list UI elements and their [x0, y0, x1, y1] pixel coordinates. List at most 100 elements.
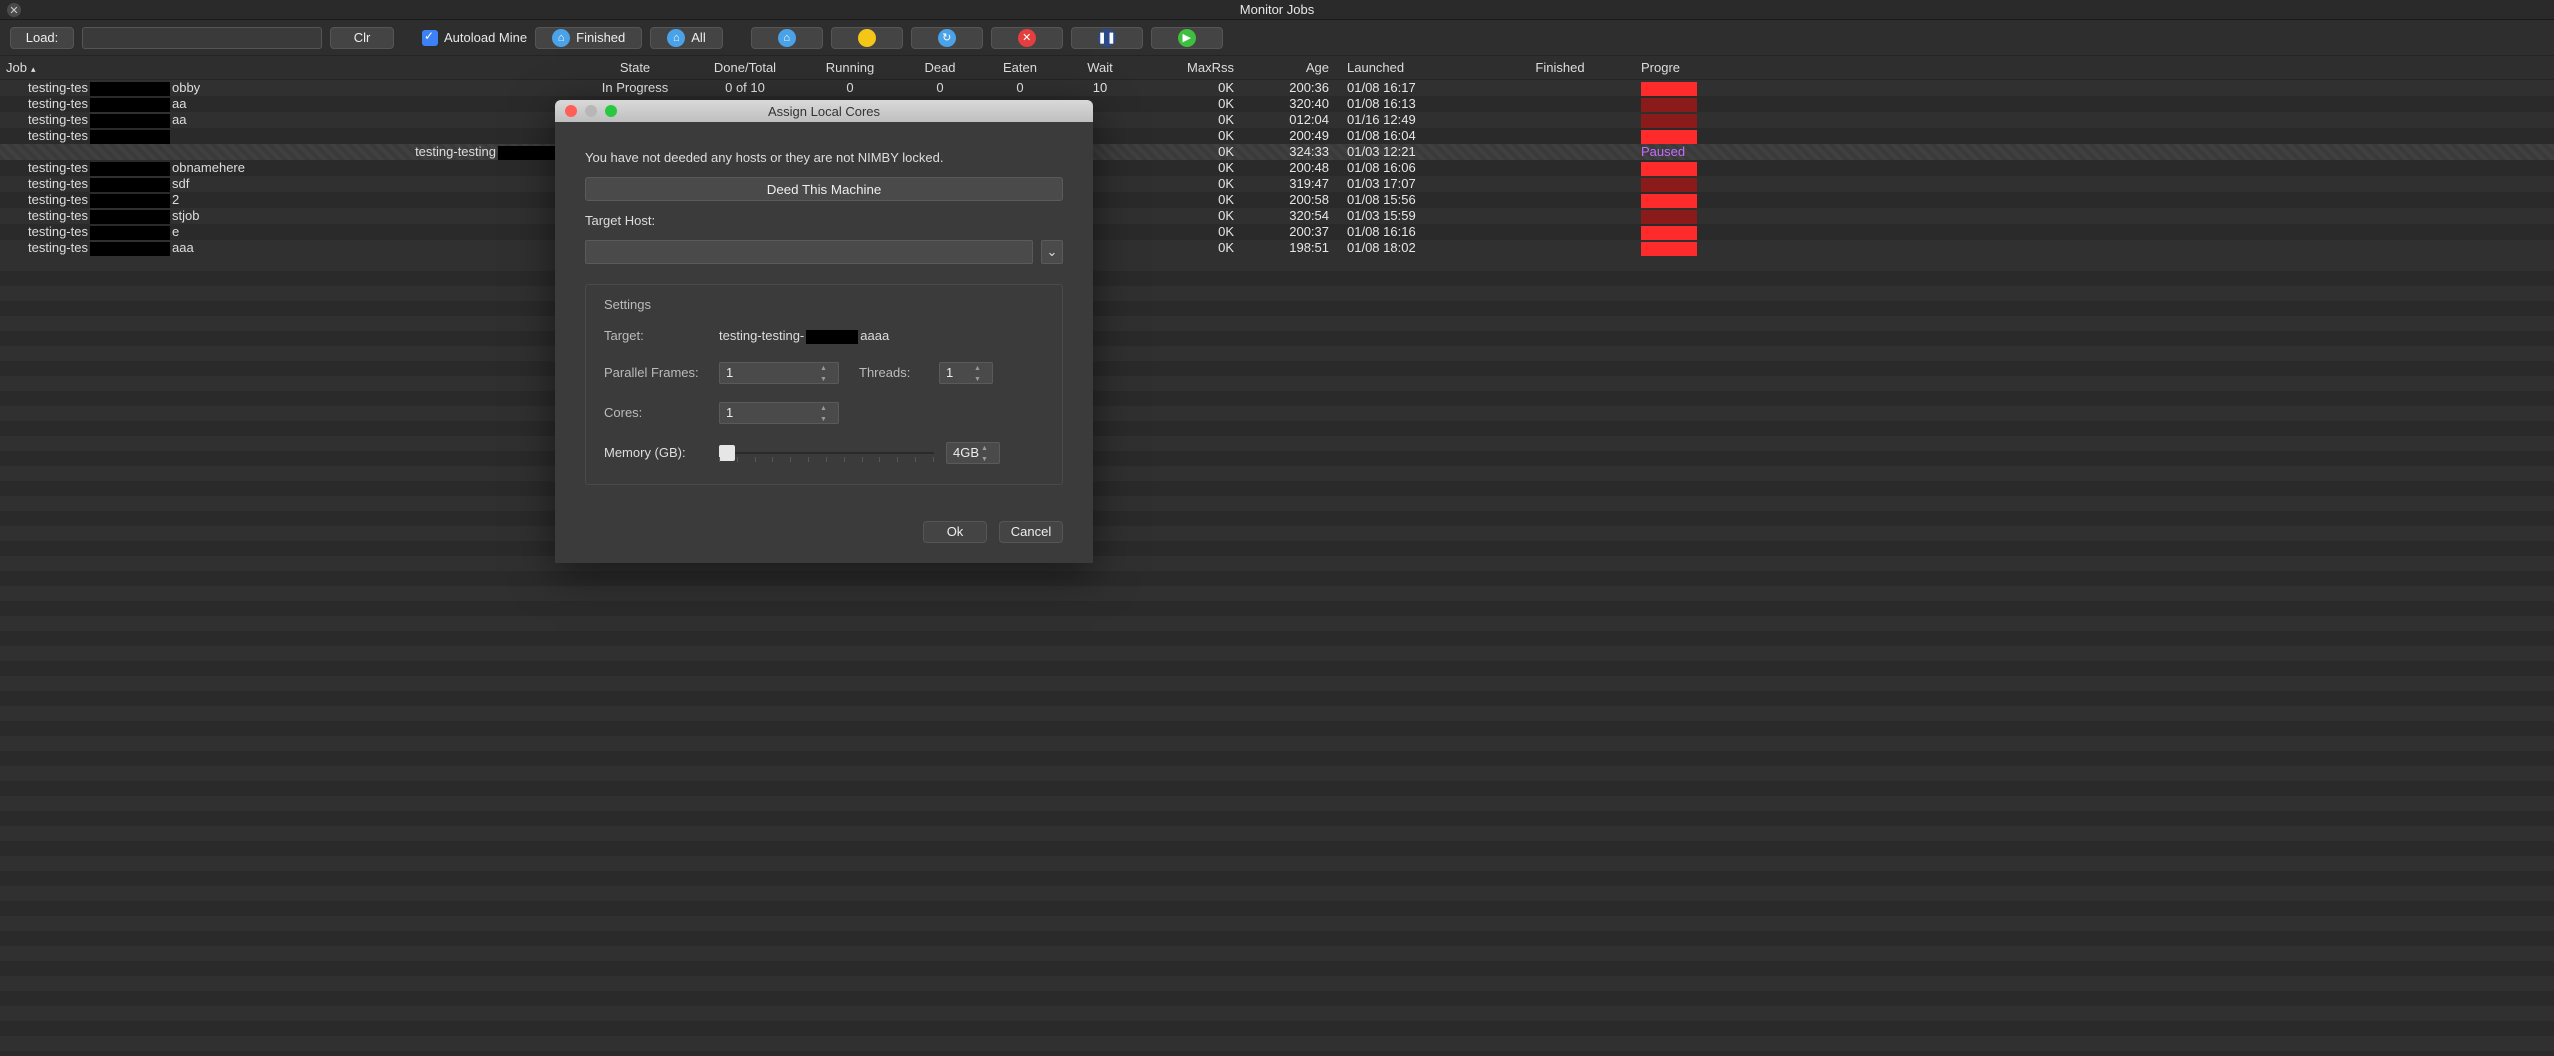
slider-ticks [719, 457, 934, 463]
progress-bar [1641, 194, 1697, 208]
pause-button[interactable]: ❚❚ [1071, 27, 1143, 49]
table-row[interactable]: testing-tesobbyIn Progress0 of 10000100K… [0, 80, 2554, 96]
cell-job: testing-tesobby [0, 80, 580, 96]
ok-button[interactable]: Ok [923, 521, 987, 543]
redacted-text [90, 114, 170, 128]
dialog-zoom-icon[interactable] [605, 105, 617, 117]
all-filter-button[interactable]: ⌂ All [650, 27, 722, 49]
table-header: Job▴ State Done/Total Running Dead Eaten… [0, 56, 2554, 80]
cell-eaten: 0 [980, 80, 1060, 96]
cell-age: 324:33 [1240, 144, 1335, 160]
cell-age: 200:49 [1240, 128, 1335, 144]
finished-filter-button[interactable]: ⌂ Finished [535, 27, 642, 49]
autoload-mine-toggle[interactable]: Autoload Mine [422, 30, 527, 46]
col-wait[interactable]: Wait [1060, 60, 1140, 75]
close-icon[interactable]: ✕ [7, 3, 21, 17]
redacted-text [90, 162, 170, 176]
cell-age: 200:48 [1240, 160, 1335, 176]
col-progress[interactable]: Progre [1635, 60, 1700, 75]
threads-label: Threads: [859, 365, 939, 380]
cell-launched: 01/08 18:02 [1335, 240, 1485, 256]
clr-button[interactable]: Clr [330, 27, 394, 49]
cell-progress [1635, 96, 1700, 112]
pacman-icon [858, 29, 876, 47]
kill-button[interactable]: ✕ [991, 27, 1063, 49]
cell-job: testing-tes [0, 128, 580, 144]
autoload-mine-checkbox[interactable] [422, 30, 438, 46]
parallel-frames-input[interactable]: 1 ▲▼ [719, 362, 839, 384]
eat-button[interactable]: ⌂ [751, 27, 823, 49]
kill-icon: ✕ [1018, 29, 1036, 47]
retry-button[interactable]: ↻ [911, 27, 983, 49]
deed-this-machine-button[interactable]: Deed This Machine [585, 177, 1063, 201]
target-host-select[interactable] [585, 240, 1033, 264]
redacted-text [498, 146, 558, 160]
play-icon: ▶ [1178, 29, 1196, 47]
col-age[interactable]: Age [1240, 60, 1335, 75]
spinner-arrows-icon[interactable]: ▲▼ [820, 403, 836, 425]
cell-maxrss: 0K [1140, 96, 1240, 112]
cell-maxrss: 0K [1140, 208, 1240, 224]
table-row[interactable]: testing-tesobnamehere0K200:4801/08 16:06 [0, 160, 2554, 176]
window-title: Monitor Jobs [1240, 2, 1314, 17]
cell-launched: 01/08 16:16 [1335, 224, 1485, 240]
table-row[interactable]: testing-testing00K324:3301/03 12:21Pause… [0, 144, 2554, 160]
col-maxrss[interactable]: MaxRss [1140, 60, 1240, 75]
target-host-dropdown-icon[interactable]: ⌄ [1041, 240, 1063, 264]
all-icon: ⌂ [667, 29, 685, 47]
load-input[interactable] [82, 27, 322, 49]
col-dead[interactable]: Dead [900, 60, 980, 75]
memory-input[interactable]: 4GB ▲▼ [946, 442, 1000, 464]
cell-job: testing-tes2 [0, 192, 580, 208]
spinner-arrows-icon[interactable]: ▲▼ [820, 363, 836, 385]
col-state[interactable]: State [580, 60, 690, 75]
cell-job: testing-testing [0, 144, 560, 160]
cell-job: testing-tesaaa [0, 240, 580, 256]
table-row[interactable]: testing-tesaa0K012:0401/16 12:49 [0, 112, 2554, 128]
dialog-close-icon[interactable] [565, 105, 577, 117]
col-eaten[interactable]: Eaten [980, 60, 1060, 75]
cell-age: 012:04 [1240, 112, 1335, 128]
dialog-message: You have not deeded any hosts or they ar… [585, 150, 1063, 165]
spinner-arrows-icon[interactable]: ▲▼ [981, 443, 997, 465]
target-label: Target: [604, 328, 719, 343]
play-button[interactable]: ▶ [1151, 27, 1223, 49]
table-row[interactable]: testing-tes0K200:4901/08 16:04 [0, 128, 2554, 144]
redacted-text [90, 130, 170, 144]
settings-group: Settings Target: testing-testing-aaaa Pa… [585, 284, 1063, 485]
cell-progress [1635, 128, 1700, 144]
cell-launched: 01/03 17:07 [1335, 176, 1485, 192]
spinner-arrows-icon[interactable]: ▲▼ [974, 363, 990, 385]
cell-age: 319:47 [1240, 176, 1335, 192]
cell-progress [1635, 112, 1700, 128]
cancel-button[interactable]: Cancel [999, 521, 1063, 543]
table-row[interactable]: testing-tessdf0K319:4701/03 17:07 [0, 176, 2554, 192]
slider-track [719, 452, 934, 454]
target-value: testing-testing-aaaa [719, 328, 999, 344]
load-button[interactable]: Load: [10, 27, 74, 49]
memory-slider[interactable] [719, 443, 934, 463]
cell-launched: 01/08 16:06 [1335, 160, 1485, 176]
table-row[interactable]: testing-tesstjob0K320:5401/03 15:59 [0, 208, 2554, 224]
cell-job: testing-tese [0, 224, 580, 240]
cell-launched: 01/08 15:56 [1335, 192, 1485, 208]
cell-job: testing-tesaa [0, 96, 580, 112]
col-job[interactable]: Job▴ [0, 60, 580, 75]
col-finished[interactable]: Finished [1485, 60, 1635, 75]
cell-launched: 01/03 12:21 [1335, 144, 1485, 160]
table-row[interactable]: testing-tesaaa0K198:5101/08 18:02 [0, 240, 2554, 256]
table-row[interactable]: testing-tes20K200:5801/08 15:56 [0, 192, 2554, 208]
cell-launched: 01/08 16:17 [1335, 80, 1485, 96]
cores-input[interactable]: 1 ▲▼ [719, 402, 839, 424]
progress-bar [1641, 114, 1697, 128]
threads-input[interactable]: 1 ▲▼ [939, 362, 993, 384]
retry-icon: ↻ [938, 29, 956, 47]
col-launched[interactable]: Launched [1335, 60, 1485, 75]
dialog-titlebar: Assign Local Cores [555, 100, 1093, 122]
table-row[interactable]: testing-tese0K200:3701/08 16:16 [0, 224, 2554, 240]
col-done-total[interactable]: Done/Total [690, 60, 800, 75]
pacman-button[interactable] [831, 27, 903, 49]
col-running[interactable]: Running [800, 60, 900, 75]
table-row[interactable]: testing-tesaa0K320:4001/08 16:13 [0, 96, 2554, 112]
cell-maxrss: 0K [1140, 240, 1240, 256]
